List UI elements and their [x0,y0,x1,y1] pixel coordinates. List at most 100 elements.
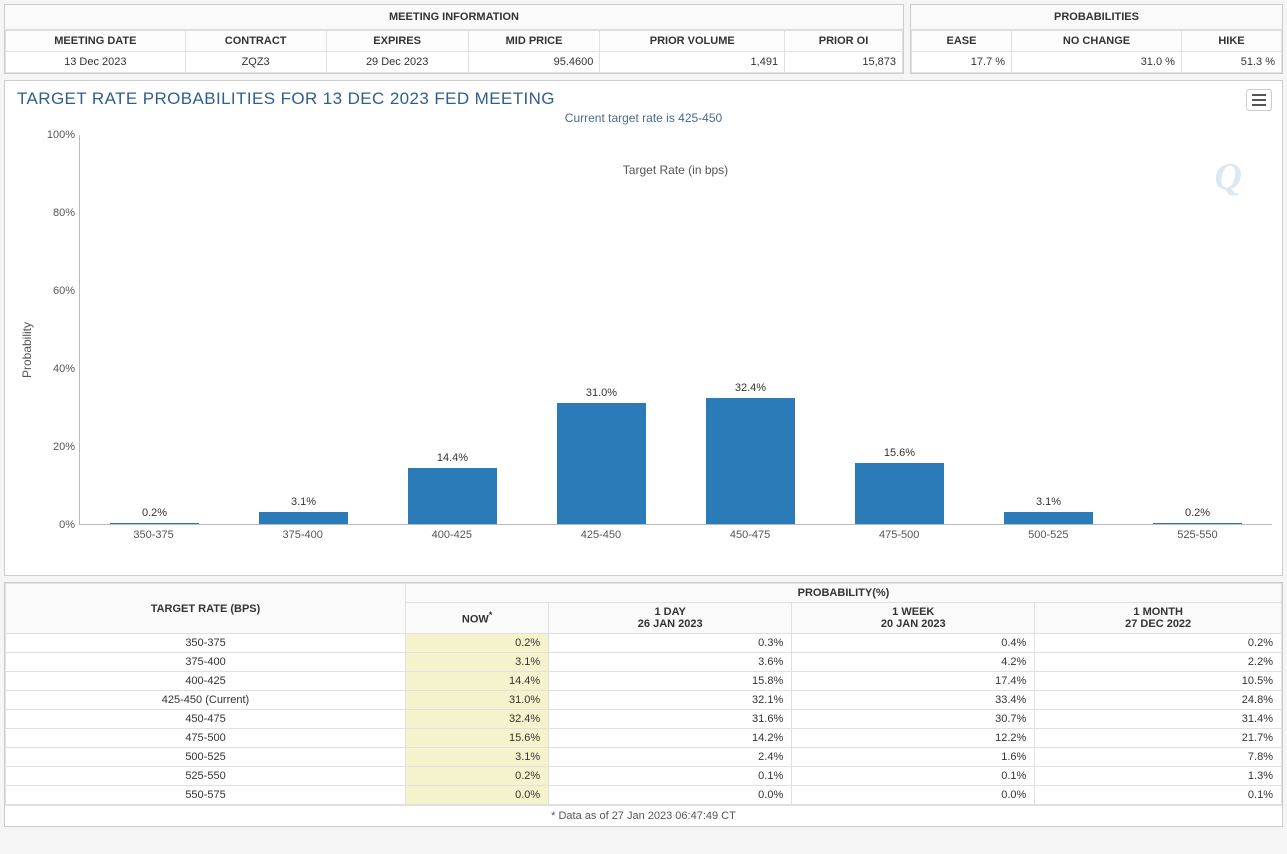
history-value-cell: 12.2% [792,729,1035,748]
history-value-cell: 3.6% [549,653,792,672]
chart-bar-label: 0.2% [1185,507,1210,519]
meeting-info-value: ZQZ3 [185,52,326,73]
chart-bar[interactable] [557,403,646,524]
history-value-cell: 0.1% [792,767,1035,786]
probabilities-panel: PROBABILITIES EASENO CHANGEHIKE 17.7 %31… [910,4,1283,74]
chart-subtitle: Current target rate is 425-450 [15,111,1272,125]
history-col-header: 1 WEEK20 JAN 2023 [792,603,1035,634]
chart-bar[interactable] [706,398,795,524]
chart-y-tick: 100% [47,129,75,141]
history-value-cell: 21.7% [1035,729,1282,748]
meeting-info-table: MEETING DATECONTRACTEXPIRESMID PRICEPRIO… [5,30,903,73]
chart-x-tick: 525-550 [1123,529,1272,541]
meeting-info-header: MEETING DATE [6,31,186,52]
chart-bar-label: 15.6% [884,447,915,459]
chart-y-tick: 80% [53,207,75,219]
history-value-cell: 10.5% [1035,672,1282,691]
history-col-header: 1 MONTH27 DEC 2022 [1035,603,1282,634]
history-value-cell: 0.0% [549,786,792,805]
chart-plot: Q 0.2%3.1%14.4%31.0%32.4%15.6%3.1%0.2% [79,135,1272,525]
chart-x-tick: 350-375 [79,529,228,541]
history-value-cell: 0.0% [792,786,1035,805]
history-value-cell: 2.2% [1035,653,1282,672]
chart-ylabel: Probability [20,322,34,378]
history-value-cell: 17.4% [792,672,1035,691]
history-value-cell: 3.1% [406,653,549,672]
history-value-cell: 2.4% [549,748,792,767]
history-value-cell: 30.7% [792,710,1035,729]
chart-bar-slot: 15.6% [825,135,974,524]
chart-bar-label: 32.4% [735,382,766,394]
chart-y-tick: 0% [59,519,75,531]
chart-bar[interactable] [1153,523,1242,524]
history-rate-cell: 450-475 [6,710,406,729]
history-value-cell: 24.8% [1035,691,1282,710]
history-row: 400-42514.4%15.8%17.4%10.5% [6,672,1282,691]
chart-y-tick: 20% [53,441,75,453]
probabilities-header: HIKE [1181,31,1281,52]
history-value-cell: 0.4% [792,634,1035,653]
meeting-info-header: EXPIRES [326,31,468,52]
chart-bar[interactable] [408,468,497,524]
chart-x-tick: 400-425 [377,529,526,541]
history-row: 525-5500.2%0.1%0.1%1.3% [6,767,1282,786]
history-rate-cell: 550-575 [6,786,406,805]
meeting-info-value: 15,873 [785,52,903,73]
chart-bar-label: 0.2% [142,507,167,519]
history-value-cell: 0.1% [1035,786,1282,805]
meeting-information-panel: MEETING INFORMATION MEETING DATECONTRACT… [4,4,904,74]
history-table: TARGET RATE (BPS) PROBABILITY(%) NOW*1 D… [5,583,1282,805]
history-prob-header: PROBABILITY(%) [406,584,1282,603]
chart-bar-slot: 32.4% [676,135,825,524]
history-value-cell: 14.4% [406,672,549,691]
history-value-cell: 31.4% [1035,710,1282,729]
history-row: 350-3750.2%0.3%0.4%0.2% [6,634,1282,653]
chart-menu-button[interactable] [1246,89,1272,111]
history-value-cell: 4.2% [792,653,1035,672]
chart-bar-slot: 3.1% [974,135,1123,524]
history-footer: * Data as of 27 Jan 2023 06:47:49 CT [5,805,1282,826]
chart-bar[interactable] [259,512,348,524]
history-value-cell: 0.0% [406,786,549,805]
chart-bar-slot: 0.2% [80,135,229,524]
chart-bar-label: 31.0% [586,387,617,399]
history-row: 375-4003.1%3.6%4.2%2.2% [6,653,1282,672]
probabilities-value: 31.0 % [1012,52,1182,73]
history-col-header: NOW* [406,603,549,634]
chart-bar-slot: 3.1% [229,135,378,524]
chart-bar[interactable] [110,523,199,524]
chart-bar-label: 14.4% [437,452,468,464]
history-row: 450-47532.4%31.6%30.7%31.4% [6,710,1282,729]
history-value-cell: 0.2% [1035,634,1282,653]
meeting-info-header: PRIOR OI [785,31,903,52]
chart-y-tick: 40% [53,363,75,375]
history-value-cell: 7.8% [1035,748,1282,767]
history-rate-cell: 400-425 [6,672,406,691]
chart-bar-slot: 0.2% [1123,135,1272,524]
history-value-cell: 0.1% [549,767,792,786]
history-value-cell: 14.2% [549,729,792,748]
history-rate-cell: 375-400 [6,653,406,672]
history-value-cell: 32.4% [406,710,549,729]
history-value-cell: 1.6% [792,748,1035,767]
history-row: 500-5253.1%2.4%1.6%7.8% [6,748,1282,767]
chart-area: Probability 0%20%40%60%80%100% Q 0.2%3.1… [15,135,1272,565]
history-value-cell: 32.1% [549,691,792,710]
meeting-info-header: MID PRICE [468,31,600,52]
history-row: 475-50015.6%14.2%12.2%21.7% [6,729,1282,748]
chart-bar[interactable] [1004,512,1093,524]
history-col-header: 1 DAY26 JAN 2023 [549,603,792,634]
meeting-info-value: 1,491 [600,52,785,73]
meeting-info-value: 29 Dec 2023 [326,52,468,73]
history-panel: TARGET RATE (BPS) PROBABILITY(%) NOW*1 D… [4,582,1283,827]
history-rate-header: TARGET RATE (BPS) [6,584,406,634]
meeting-info-header: PRIOR VOLUME [600,31,785,52]
history-value-cell: 31.0% [406,691,549,710]
chart-bar[interactable] [855,463,944,524]
meeting-info-header: CONTRACT [185,31,326,52]
chart-x-ticks: 350-375375-400400-425425-450450-475475-5… [79,529,1272,541]
history-rate-cell: 500-525 [6,748,406,767]
history-rate-cell: 425-450 (Current) [6,691,406,710]
chart-bar-slot: 31.0% [527,135,676,524]
history-value-cell: 0.2% [406,767,549,786]
